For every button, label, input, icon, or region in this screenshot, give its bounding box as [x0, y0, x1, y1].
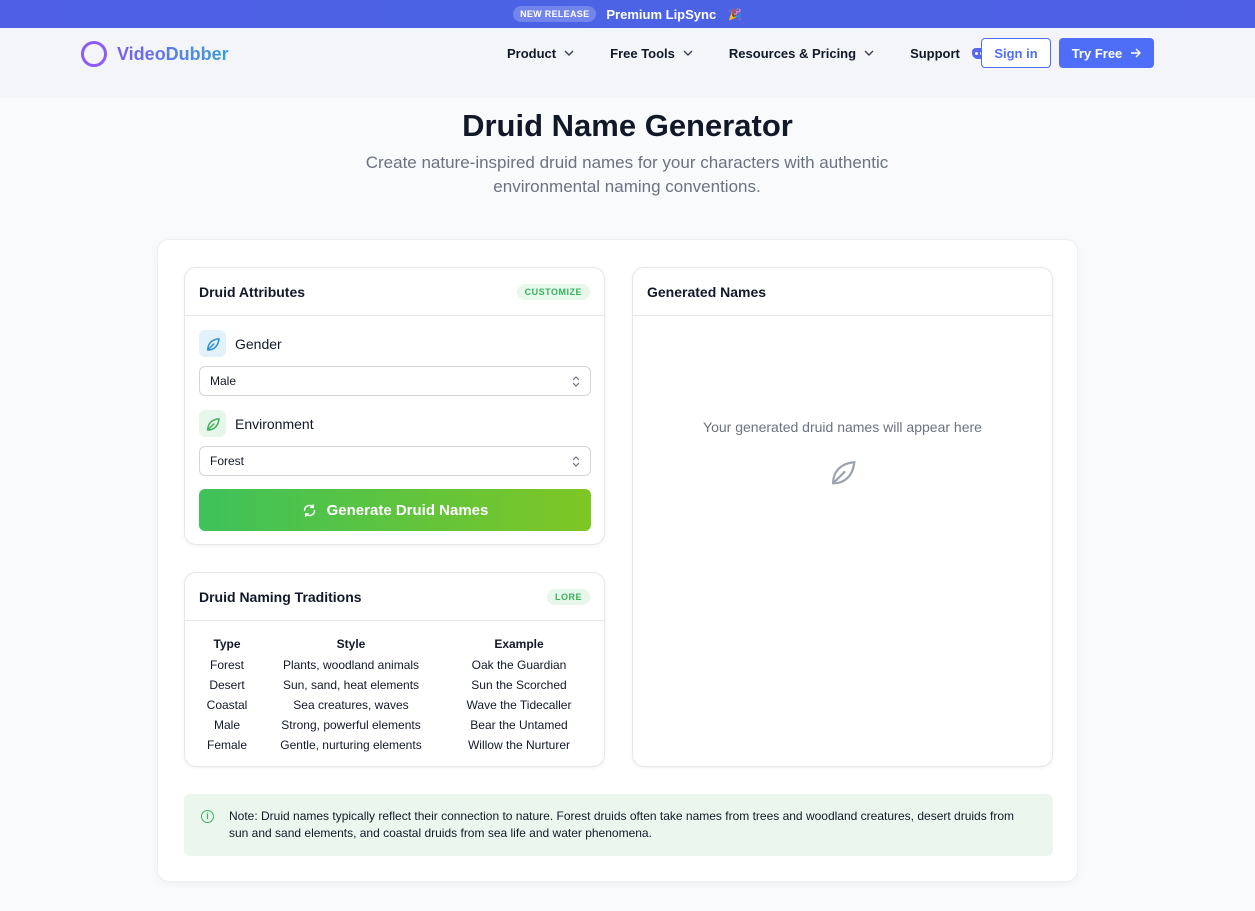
site-header: VideoDubber Product Free Tools Resources…	[0, 28, 1255, 98]
nav-support[interactable]: Support	[910, 46, 986, 61]
party-icon: 🎉	[728, 8, 742, 21]
nav-resources-pricing[interactable]: Resources & Pricing	[729, 46, 874, 61]
generator-card: Druid Attributes CUSTOMIZE Gender Male E…	[157, 239, 1078, 882]
banner-text[interactable]: Premium LipSync	[606, 7, 716, 22]
refresh-icon	[303, 503, 315, 517]
table-cell: Sun the Scorched	[471, 678, 567, 692]
column-header: Type	[213, 637, 241, 651]
table-row: Male Strong, powerful elements Bear the …	[199, 715, 591, 735]
info-note: i Note: Druid names typically reflect th…	[184, 794, 1053, 856]
main-nav: Product Free Tools Resources & Pricing S…	[507, 38, 986, 68]
table-cell: Sea creatures, waves	[293, 698, 409, 712]
gender-value: Male	[210, 374, 237, 388]
updown-chevron-icon	[572, 375, 580, 387]
table-cell: Bear the Untamed	[470, 718, 568, 732]
table-row: Female Gentle, nurturing elements Willow…	[199, 735, 591, 755]
table-row: Forest Plants, woodland animals Oak the …	[199, 655, 591, 675]
table-cell: Male	[213, 718, 240, 732]
generate-label: Generate Druid Names	[326, 501, 489, 519]
column-header: Example	[494, 637, 544, 651]
announcement-banner[interactable]: NEW RELEASE Premium LipSync 🎉	[0, 0, 1255, 28]
logo[interactable]: VideoDubber	[81, 41, 229, 67]
table-row: Coastal Sea creatures, waves Wave the Ti…	[199, 695, 591, 715]
chevron-down-icon	[564, 50, 574, 56]
table-cell: Female	[206, 738, 247, 752]
table-header-row: Type Style Example	[199, 633, 591, 655]
note-text: Note: Druid names typically reflect thei…	[229, 809, 1015, 840]
arrow-right-icon	[1131, 48, 1142, 58]
environment-select[interactable]: Forest	[199, 446, 591, 476]
empty-state-text: Your generated druid names will appear h…	[703, 419, 982, 435]
panel-header: Druid Attributes CUSTOMIZE	[185, 268, 604, 316]
nav-product[interactable]: Product	[507, 46, 574, 61]
page-subtitle: Create nature-inspired druid names for y…	[365, 153, 889, 196]
panel-title: Druid Attributes	[199, 283, 306, 300]
info-icon: i	[201, 810, 214, 823]
table-cell: Gentle, nurturing elements	[280, 738, 422, 752]
leaf-icon	[199, 330, 226, 357]
nav-free-tools[interactable]: Free Tools	[610, 46, 693, 61]
environment-value: Forest	[210, 454, 245, 468]
try-free-button[interactable]: Try Free	[1059, 38, 1154, 68]
try-free-label: Try Free	[1071, 45, 1123, 61]
column-header: Style	[336, 637, 366, 651]
table-cell: Desert	[209, 678, 245, 692]
nav-label: Free Tools	[610, 45, 675, 61]
gender-label: Gender	[235, 335, 282, 352]
table-cell: Coastal	[206, 698, 248, 712]
customize-badge: CUSTOMIZE	[516, 283, 590, 300]
page-title: Druid Name Generator	[462, 108, 793, 143]
panel-title: Generated Names	[647, 283, 767, 300]
sign-in-button[interactable]: Sign in	[981, 38, 1051, 68]
table-row: Desert Sun, sand, heat elements Sun the …	[199, 675, 591, 695]
panel-header: Generated Names	[633, 268, 1052, 316]
panel-title: Druid Naming Traditions	[199, 588, 362, 605]
environment-field-label: Environment	[199, 410, 314, 437]
traditions-table: Type Style Example Forest Plants, woodla…	[199, 633, 591, 755]
chevron-down-icon	[683, 50, 693, 56]
new-release-badge: NEW RELEASE	[513, 6, 597, 22]
gender-field-label: Gender	[199, 330, 282, 357]
gender-select[interactable]: Male	[199, 366, 591, 396]
table-cell: Forest	[209, 658, 244, 672]
leaf-icon	[199, 410, 226, 437]
environment-label: Environment	[235, 415, 314, 432]
panel-header: Druid Naming Traditions LORE	[185, 573, 604, 621]
leaf-icon	[831, 460, 856, 485]
logo-ring-icon	[81, 41, 107, 67]
generated-names-panel: Generated Names Your generated druid nam…	[632, 267, 1053, 767]
updown-chevron-icon	[572, 455, 580, 467]
druid-attributes-panel: Druid Attributes CUSTOMIZE Gender Male E…	[184, 267, 605, 545]
nav-label: Resources & Pricing	[728, 45, 857, 61]
table-cell: Strong, powerful elements	[281, 718, 421, 732]
table-cell: Oak the Guardian	[471, 658, 567, 672]
chevron-down-icon	[864, 50, 874, 56]
table-cell: Willow the Nurturer	[467, 738, 571, 752]
table-cell: Sun, sand, heat elements	[282, 678, 420, 692]
table-cell: Wave the Tidecaller	[466, 698, 572, 712]
lore-badge: LORE	[546, 588, 590, 605]
naming-traditions-panel: Druid Naming Traditions LORE Type Style …	[184, 572, 605, 767]
table-cell: Plants, woodland animals	[282, 658, 420, 672]
nav-label: Support	[910, 45, 960, 61]
generate-names-button[interactable]: Generate Druid Names	[199, 489, 591, 531]
logo-text: VideoDubber	[117, 43, 229, 64]
nav-label: Product	[507, 45, 557, 61]
